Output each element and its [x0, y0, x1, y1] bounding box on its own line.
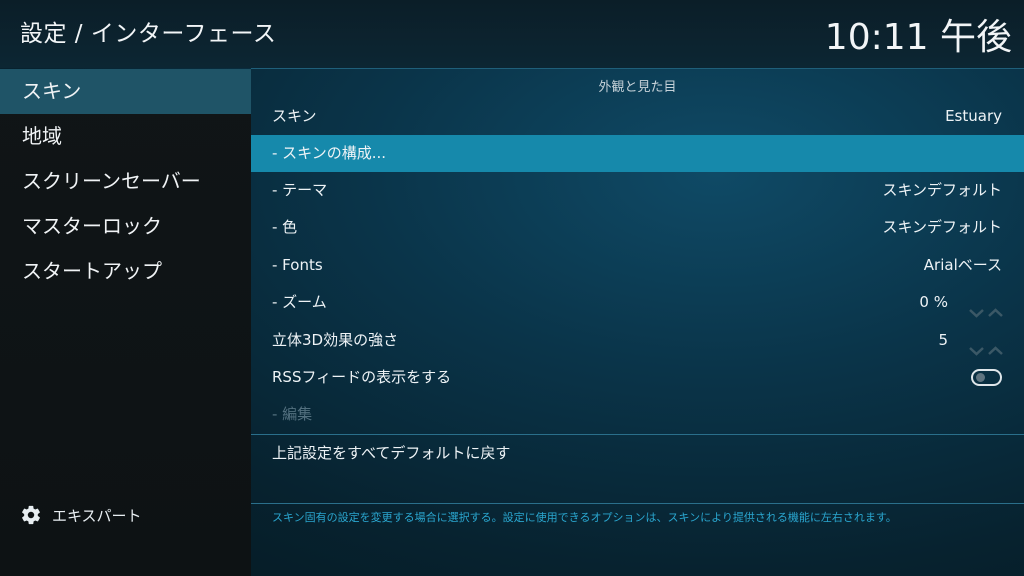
- sidebar-item-label: スクリーンセーバー: [22, 169, 201, 193]
- sidebar-item-screensaver[interactable]: スクリーンセーバー: [0, 159, 251, 204]
- toggle-knob: [976, 373, 985, 382]
- setting-label: - Fonts: [272, 256, 323, 274]
- setting-label: - 編集: [272, 405, 313, 423]
- setting-zoom[interactable]: - ズーム 0 %: [251, 284, 1024, 321]
- setting-label: - ズーム: [272, 293, 327, 311]
- section-title: 外観と見た目: [598, 80, 677, 95]
- setting-stereo-strength[interactable]: 立体3D効果の強さ 5: [251, 322, 1024, 359]
- setting-skin-configure[interactable]: - スキンの構成...: [251, 135, 1024, 172]
- setting-value: Estuary: [945, 107, 1002, 125]
- setting-colors[interactable]: - 色 スキンデフォルト: [251, 209, 1024, 246]
- sidebar: スキン 地域 スクリーンセーバー マスターロック スタートアップ: [0, 69, 251, 576]
- zoom-spinner: [968, 296, 1004, 318]
- sidebar-item-skin[interactable]: スキン: [0, 69, 251, 114]
- setting-fonts[interactable]: - Fonts Arialベース: [251, 247, 1024, 284]
- setting-value: 0 %: [919, 293, 948, 311]
- chevron-down-icon[interactable]: [968, 334, 985, 356]
- divider: [251, 503, 1024, 504]
- setting-rss-toggle[interactable]: RSSフィードの表示をする: [251, 359, 1024, 396]
- setting-value: Arialベース: [923, 256, 1002, 274]
- rss-toggle-switch[interactable]: [971, 369, 1002, 386]
- sidebar-item-master-lock[interactable]: マスターロック: [0, 204, 251, 249]
- reset-defaults-button[interactable]: 上記設定をすべてデフォルトに戻す: [251, 435, 1024, 472]
- setting-label: - テーマ: [272, 181, 328, 199]
- sidebar-item-startup[interactable]: スタートアップ: [0, 249, 251, 294]
- setting-value: 5: [938, 331, 948, 349]
- setting-label: 立体3D効果の強さ: [272, 331, 399, 349]
- breadcrumb: 設定 / インターフェース: [20, 21, 277, 47]
- setting-value: スキンデフォルト: [882, 218, 1002, 236]
- stereo-spinner: [968, 334, 1004, 356]
- sidebar-item-label: マスターロック: [22, 214, 162, 238]
- chevron-up-icon[interactable]: [987, 296, 1004, 317]
- chevron-up-icon[interactable]: [987, 334, 1004, 355]
- header-bar: 設定 / インターフェース 10:11 午後: [0, 0, 1024, 68]
- help-text: スキン固有の設定を変更する場合に選択する。設定に使用できるオプションは、スキンに…: [272, 511, 897, 524]
- setting-label: - スキンの構成...: [272, 144, 387, 162]
- setting-value: スキンデフォルト: [882, 181, 1002, 199]
- sidebar-item-label: スタートアップ: [22, 259, 162, 283]
- setting-label: - 色: [272, 218, 298, 236]
- setting-rss-edit: - 編集: [251, 396, 1024, 433]
- settings-panel: 外観と見た目 スキン Estuary - スキンの構成... - テーマ スキン…: [251, 69, 1024, 576]
- setting-theme[interactable]: - テーマ スキンデフォルト: [251, 172, 1024, 209]
- gear-icon: [20, 504, 42, 526]
- reset-label: 上記設定をすべてデフォルトに戻す: [272, 444, 511, 462]
- chevron-down-icon[interactable]: [968, 296, 985, 318]
- sidebar-item-label: 地域: [22, 124, 62, 148]
- setting-label: スキン: [272, 107, 317, 125]
- expert-level-button[interactable]: エキスパート: [20, 503, 142, 527]
- sidebar-item-region[interactable]: 地域: [0, 114, 251, 159]
- setting-label: RSSフィードの表示をする: [272, 368, 452, 386]
- sidebar-item-label: スキン: [22, 79, 82, 103]
- expert-label: エキスパート: [52, 506, 142, 525]
- clock: 10:11 午後: [824, 17, 1012, 58]
- setting-skin[interactable]: スキン Estuary: [251, 98, 1024, 135]
